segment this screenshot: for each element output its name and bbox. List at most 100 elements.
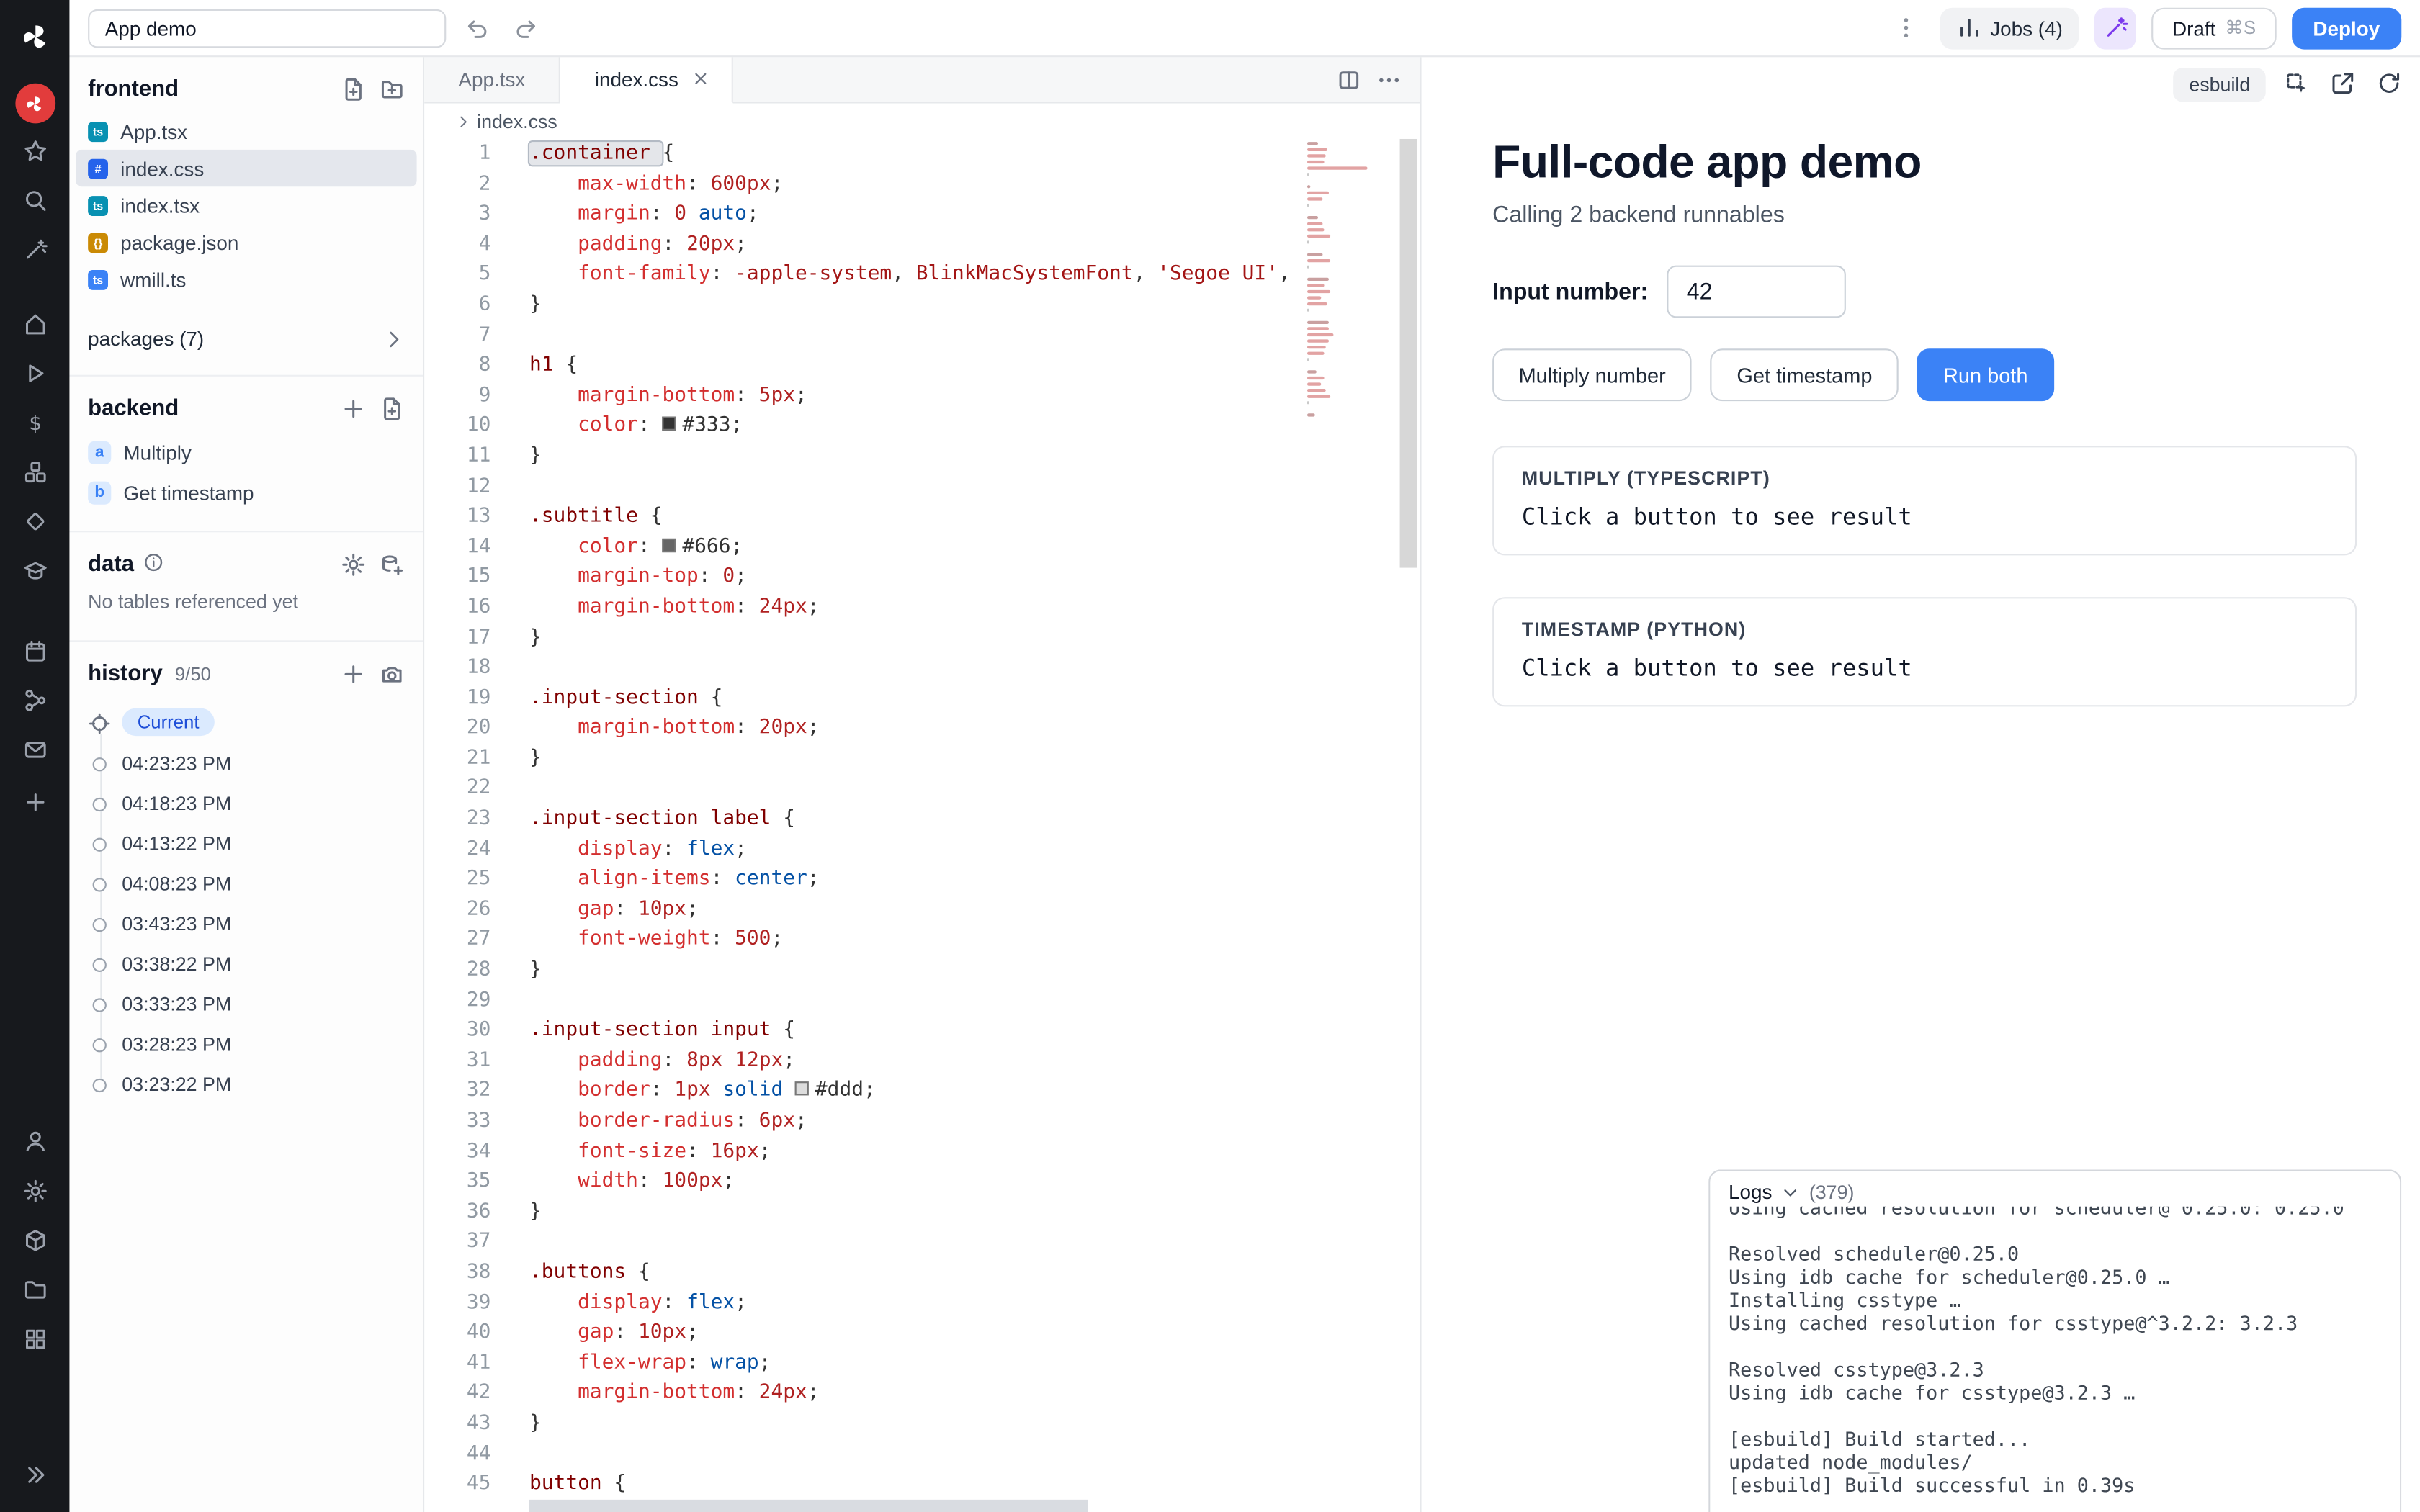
history-dot-icon [93, 797, 107, 811]
history-section-title: history [88, 662, 163, 686]
history-entry[interactable]: 03:23:22 PM [69, 1065, 423, 1105]
deploy-button[interactable]: Deploy [2291, 7, 2401, 49]
number-input[interactable] [1667, 266, 1846, 318]
jobs-button[interactable]: Jobs (4) [1940, 7, 2080, 49]
runs-icon[interactable] [13, 352, 56, 395]
line-number: 34 [424, 1136, 490, 1166]
ai-wand-button[interactable] [2095, 7, 2137, 49]
camera-icon[interactable] [380, 662, 404, 686]
esbuild-badge[interactable]: esbuild [2174, 68, 2266, 102]
code-line: 43} [424, 1408, 1420, 1439]
breadcrumb[interactable]: index.css [424, 104, 1420, 139]
calendar-icon[interactable] [13, 629, 56, 672]
add-runnable-icon[interactable] [341, 397, 366, 421]
refresh-icon[interactable] [2377, 71, 2405, 99]
file-item-package-json[interactable]: {}package.json [76, 224, 417, 261]
get-timestamp-button[interactable]: Get timestamp [1711, 348, 1899, 401]
resources-icon[interactable] [13, 451, 56, 494]
more-menu-button[interactable] [1887, 9, 1924, 46]
open-external-icon[interactable] [2331, 71, 2359, 99]
add-folder-icon[interactable] [380, 77, 404, 102]
search-icon[interactable] [13, 179, 56, 222]
history-current-row[interactable]: Current [69, 701, 423, 744]
history-entry[interactable]: 03:43:23 PM [69, 904, 423, 945]
schedules-icon[interactable] [13, 500, 56, 543]
jobs-label: Jobs (4) [1990, 17, 2063, 40]
workspace-icon[interactable] [13, 1219, 56, 1262]
flows-icon[interactable] [13, 679, 56, 722]
history-entry[interactable]: 04:18:23 PM [69, 784, 423, 824]
history-entry[interactable]: 04:13:22 PM [69, 824, 423, 864]
history-entry[interactable]: 04:23:23 PM [69, 744, 423, 784]
svg-text:$: $ [28, 411, 41, 435]
tab-index-css[interactable]: index.css [561, 57, 732, 103]
learn-icon[interactable] [13, 549, 56, 593]
log-lines[interactable]: Using cached resolution for scheduler@^0… [1710, 1207, 2400, 1505]
variables-icon[interactable]: $ [13, 401, 56, 444]
history-timestamp: 04:18:23 PM [122, 793, 231, 814]
history-entry[interactable]: 03:28:23 PM [69, 1025, 423, 1065]
logs-title[interactable]: Logs [1729, 1180, 1772, 1203]
redo-button[interactable] [508, 9, 544, 46]
create-new-icon[interactable] [13, 780, 56, 824]
chevron-down-icon[interactable] [1781, 1183, 1800, 1202]
backend-item-get-timestamp[interactable]: bGet timestamp [69, 472, 423, 513]
file-item-index-css[interactable]: #index.css [76, 150, 417, 186]
account-icon[interactable] [13, 1120, 56, 1164]
history-dot-icon [93, 877, 107, 891]
editor-scrollbar[interactable] [1398, 139, 1418, 1512]
favorites-icon[interactable] [13, 130, 56, 173]
mail-icon[interactable] [13, 728, 56, 771]
minimap[interactable] [1304, 142, 1379, 481]
file-item-app-tsx[interactable]: tsApp.tsx [76, 112, 417, 149]
code-line: 41 flex-wrap: wrap; [424, 1348, 1420, 1378]
expand-rail-icon[interactable] [13, 1454, 56, 1497]
home-icon[interactable] [13, 302, 56, 346]
scrollbar-thumb[interactable] [1400, 139, 1417, 568]
run-both-button[interactable]: Run both [1917, 348, 2054, 401]
select-tool-icon[interactable] [2284, 71, 2312, 99]
split-editor-icon[interactable] [1337, 67, 1361, 91]
magic-wand-icon[interactable] [13, 228, 56, 271]
add-script-icon[interactable] [380, 397, 404, 421]
line-number: 32 [424, 1076, 490, 1106]
log-line: updated node_modules/ [1729, 1450, 2381, 1473]
code-line: 40 gap: 10px; [424, 1318, 1420, 1348]
info-icon [143, 552, 168, 577]
add-file-icon[interactable] [341, 77, 366, 102]
add-table-icon[interactable] [380, 552, 404, 577]
multiply-number-button[interactable]: Multiply number [1492, 348, 1692, 401]
apps-grid-icon[interactable] [13, 1318, 56, 1361]
backend-item-multiply[interactable]: aMultiply [69, 432, 423, 472]
code-line: 37 [424, 1227, 1420, 1257]
history-timestamp: 04:08:23 PM [122, 873, 231, 895]
code-line: 13.subtitle { [424, 502, 1420, 532]
data-settings-icon[interactable] [341, 552, 366, 577]
code-line: 30.input-section input { [424, 1015, 1420, 1045]
current-app-icon[interactable] [14, 84, 55, 124]
add-snapshot-icon[interactable] [341, 662, 366, 686]
file-item-index-tsx[interactable]: tsindex.tsx [76, 186, 417, 223]
undo-button[interactable] [458, 9, 495, 46]
editor-more-icon[interactable] [1376, 67, 1401, 91]
history-entry[interactable]: 04:08:23 PM [69, 864, 423, 904]
history-current-badge[interactable]: Current [122, 708, 215, 737]
topbar: Jobs (4) Draft ⌘S Deploy [69, 0, 2420, 57]
tab-app-tsx[interactable]: App.tsx [424, 57, 560, 102]
code-editor[interactable]: 1.container {2 max-width: 600px;3 margin… [424, 139, 1420, 1512]
color-swatch [795, 1082, 809, 1096]
close-tab-icon[interactable] [691, 68, 712, 90]
line-number: 11 [424, 441, 490, 472]
draft-button[interactable]: Draft ⌘S [2152, 7, 2276, 49]
file-item-wmill-ts[interactable]: tswmill.ts [76, 261, 417, 297]
settings-icon[interactable] [13, 1169, 56, 1212]
code-line: 34 font-size: 16px; [424, 1136, 1420, 1166]
history-entry[interactable]: 03:33:23 PM [69, 984, 423, 1025]
code-line: 32 border: 1px solid #ddd; [424, 1076, 1420, 1106]
history-entry[interactable]: 03:38:22 PM [69, 944, 423, 984]
app-name-input[interactable] [88, 9, 446, 48]
folders-icon[interactable] [13, 1268, 56, 1311]
packages-row[interactable]: packages (7) [69, 320, 423, 356]
windmill-logo[interactable] [13, 15, 56, 58]
code-line: 22 [424, 774, 1420, 804]
